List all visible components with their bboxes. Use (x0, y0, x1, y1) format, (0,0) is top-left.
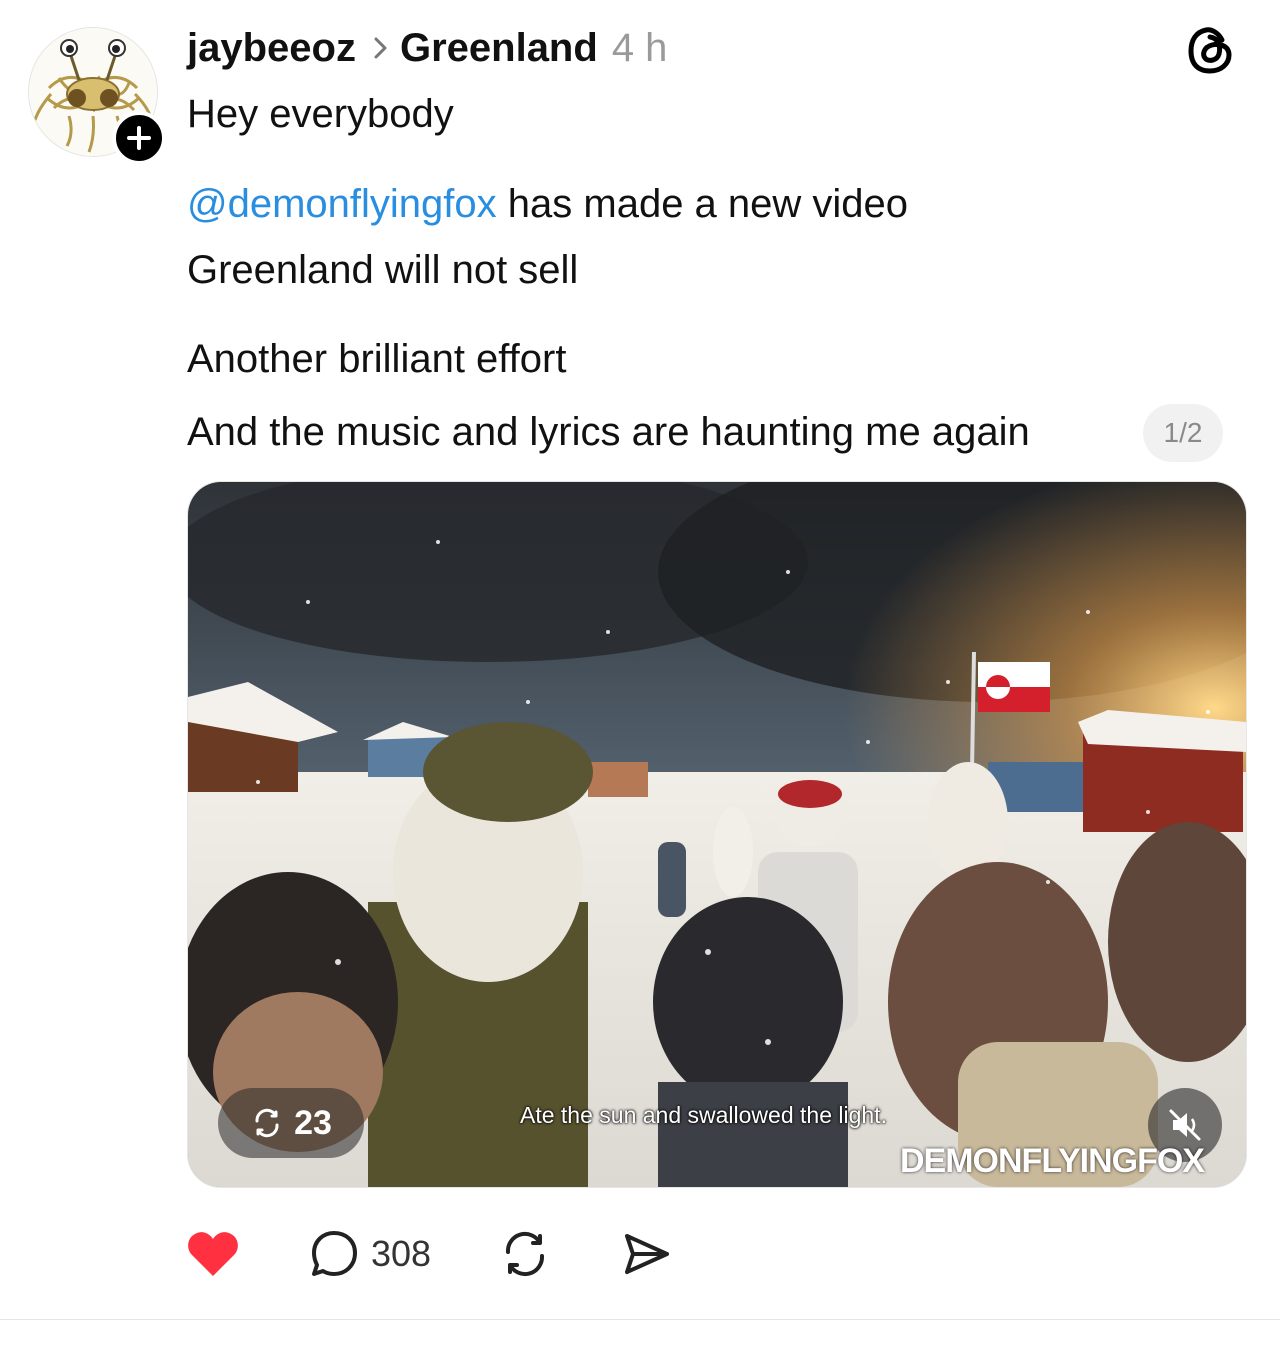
reply-icon (312, 1231, 357, 1276)
video-repost-count: 23 (294, 1103, 332, 1142)
video-watermark: DEMONFLYINGFOX (900, 1142, 1205, 1180)
post-text-line-4: Another brilliant effort (187, 337, 567, 381)
post-text-line-5: And the music and lyrics are haunting me… (187, 410, 1030, 454)
repost-icon (255, 1108, 279, 1138)
chevron-right-icon (374, 37, 388, 59)
share-button[interactable] (621, 1228, 673, 1280)
mention-link[interactable]: @demonflyingfox (187, 182, 497, 226)
post-text-greeting: Hey everybody (187, 92, 454, 136)
topic-tag[interactable]: Greenland (400, 26, 598, 71)
post-header: jaybeeoz Greenland 4 h (187, 24, 667, 72)
action-bar: 308 (187, 1224, 673, 1284)
plus-icon (127, 126, 151, 150)
post-text-line-3: Greenland will not sell (187, 248, 579, 292)
video-caption: Ate the sun and swallowed the light. (520, 1102, 887, 1128)
post-text-mention-rest: has made a new video (496, 182, 909, 226)
heart-icon (188, 1232, 238, 1276)
post-text-line-2: @demonflyingfox has made a new video (187, 180, 908, 228)
page-indicator-badge: 1/2 (1143, 404, 1223, 462)
post-time: 4 h (611, 25, 668, 70)
video-media[interactable]: 23 Ate the sun and swallowed the light. … (187, 481, 1247, 1188)
video-frame-image (188, 482, 1246, 1187)
post-divider (0, 1319, 1280, 1320)
repost-icon (506, 1231, 545, 1277)
share-icon (625, 1234, 670, 1274)
repost-button[interactable] (499, 1228, 551, 1280)
username[interactable]: jaybeeoz (187, 26, 356, 71)
reply-count: 308 (371, 1233, 432, 1274)
threads-logo-icon[interactable] (1186, 24, 1234, 76)
like-button[interactable] (187, 1230, 239, 1278)
video-repost-count-pill[interactable]: 23 (218, 1088, 364, 1158)
muted-speaker-icon (1169, 1109, 1201, 1141)
follow-button[interactable] (112, 111, 166, 165)
reply-button[interactable]: 308 (309, 1228, 431, 1280)
